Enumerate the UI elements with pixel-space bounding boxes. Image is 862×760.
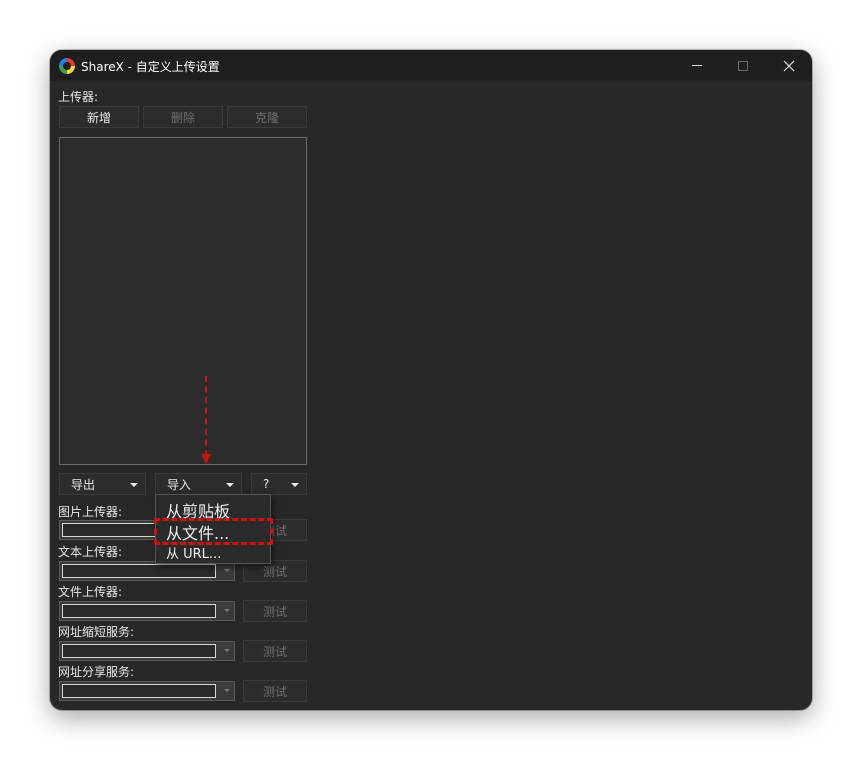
file-uploader-select[interactable] [59,601,235,621]
minimize-icon [692,65,702,66]
export-dropdown-button[interactable]: 导出 [59,473,146,495]
clone-uploader-button[interactable]: 克隆 [227,106,307,128]
text-uploader-label: 文本上传器: [58,545,123,559]
help-dropdown-button[interactable]: ? [251,473,307,495]
delete-uploader-button[interactable]: 删除 [143,106,223,128]
export-label: 导出 [71,477,96,492]
url-sharing-value [62,684,216,698]
file-uploader-value [62,604,216,618]
close-button[interactable] [766,50,812,81]
sharex-logo-icon [59,58,75,74]
maximize-icon [738,60,748,71]
sharex-custom-uploader-window: ShareX - 自定义上传设置 上传器: 新增 删除 克隆 导出 导入 ? 图… [50,50,812,710]
menu-item-from-url[interactable]: 从 URL... [166,543,221,562]
highlight-annotation-box [154,518,273,545]
chevron-down-icon [224,569,230,572]
uploaders-label: 上传器: [58,90,99,104]
chevron-down-icon [130,483,138,487]
chevron-down-icon [224,689,230,692]
test-file-uploader-button[interactable]: 测试 [243,600,307,622]
new-uploader-button[interactable]: 新增 [59,106,139,128]
chevron-down-icon [291,483,299,487]
title-bar[interactable]: ShareX - 自定义上传设置 [50,50,812,81]
window-title: ShareX - 自定义上传设置 [81,60,220,74]
chevron-down-icon [226,483,234,487]
uploaders-list[interactable] [59,137,307,465]
maximize-button[interactable] [720,50,766,81]
file-uploader-label: 文件上传器: [58,585,123,599]
arrow-annotation-line [205,376,207,456]
url-sharing-label: 网址分享服务: [58,665,135,679]
help-label: ? [263,477,270,491]
url-shortener-label: 网址缩短服务: [58,625,135,639]
url-shortener-value [62,644,216,658]
chevron-down-icon [224,609,230,612]
import-dropdown-button[interactable]: 导入 [155,473,242,495]
text-uploader-select[interactable] [59,561,235,581]
test-url-shortener-button[interactable]: 测试 [243,640,307,662]
minimize-button[interactable] [674,50,720,81]
image-uploader-label: 图片上传器: [58,505,123,519]
url-sharing-select[interactable] [59,681,235,701]
arrow-down-icon [201,454,211,464]
chevron-down-icon [224,649,230,652]
url-shortener-select[interactable] [59,641,235,661]
close-icon [783,60,795,71]
test-url-sharing-button[interactable]: 测试 [243,680,307,702]
import-label: 导入 [167,477,192,492]
text-uploader-value [62,564,216,578]
